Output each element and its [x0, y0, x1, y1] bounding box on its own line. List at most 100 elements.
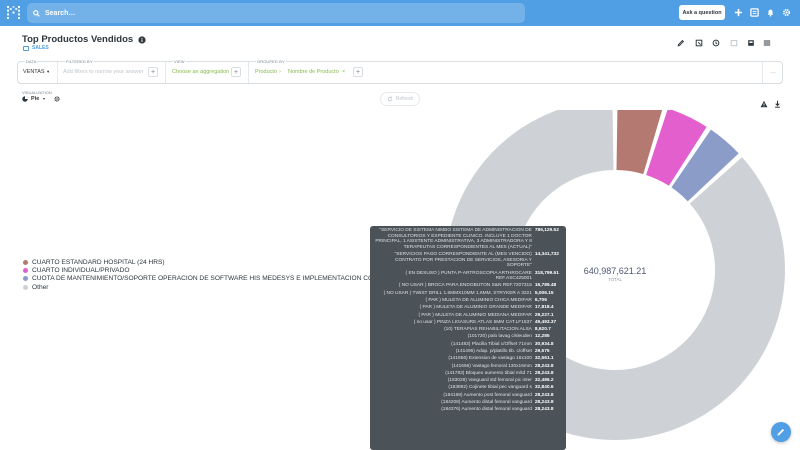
tooltip-value: 17,818.4 — [534, 305, 554, 311]
tooltip-row: (10) TERAPIAS REHABILITACION ALSA 8,620.7 — [370, 327, 566, 333]
tooltip-value: 29,227.1 — [534, 312, 554, 318]
edit-pencil-icon[interactable] — [676, 38, 686, 48]
tooltip-row: ( PAR ) MULETA DE ALUMINIO CHICA MEDIFAR… — [370, 298, 566, 304]
legend-label: CUARTO INDIVIDUAL/PRIVADO — [32, 266, 130, 274]
legend-label: CUOTA DE MANTENIMIENTO/SOPORTE OPERACION… — [32, 275, 384, 283]
edit-floating-button[interactable] — [771, 422, 791, 442]
legend-item[interactable]: CUOTA DE MANTENIMIENTO/SOPORTE OPERACION… — [23, 275, 384, 283]
legend-dot — [23, 284, 28, 290]
query-builder-bar: DATA VENTAS ▼ FILTERED BY Add filters to… — [17, 59, 783, 84]
chevron-down-icon: ▼ — [46, 69, 51, 74]
info-icon[interactable] — [138, 35, 146, 44]
ask-question-button[interactable]: Ask a question — [679, 5, 725, 20]
tooltip-value: 49,493.37 — [534, 319, 557, 325]
refresh-button[interactable]: Refresh — [380, 92, 420, 106]
tooltip-key: (10) TERAPIAS REHABILITACION ALSA — [444, 327, 532, 333]
tooltip-key: ( PAR ) MULETA DE ALUMINIO GRANDE MEDIFA… — [419, 305, 532, 311]
pie-chart-icon — [22, 96, 28, 102]
tooltip-value: 14,341,732 — [534, 252, 559, 258]
question-title: Top Productos Vendidos — [22, 34, 134, 45]
add-filter-button[interactable]: + — [148, 67, 158, 77]
search-input[interactable]: Search… — [27, 3, 525, 23]
breakout-field-1[interactable]: Producto — [255, 69, 277, 75]
legend-label: Other — [32, 283, 49, 291]
tooltip-key: ( NO USAR ) TWIST DRILL 1.6MMX10MM 1.6MM… — [383, 290, 532, 296]
tooltip-row: (141483) Placilla Tibial c/Offset 71mm 30… — [370, 342, 566, 348]
legend-item[interactable]: CUARTO INDIVIDUAL/PRIVADO — [23, 266, 384, 274]
menu-icon[interactable] — [762, 38, 772, 48]
tooltip-key: (101720) palo lavag c/sleuden — [467, 334, 532, 340]
visualization-type-value: Pie — [31, 96, 40, 102]
collection-link[interactable]: SALES — [23, 45, 49, 51]
data-source-select[interactable]: VENTAS ▼ — [23, 69, 50, 75]
tooltip-row: (141495) Adap. p/platillo tib. c/offset 2… — [370, 349, 566, 355]
tooltip-key: ( NO USAR ) BROCA PARA ENDOBUTON S&N REF… — [398, 283, 532, 289]
search-icon — [33, 9, 40, 17]
visualization-type-select[interactable]: Pie ▼ — [22, 96, 60, 102]
more-options-icon[interactable]: --- — [770, 70, 776, 76]
tooltip-value: 28,243.8 — [534, 392, 554, 398]
settings-gear-icon[interactable] — [54, 96, 60, 102]
tooltip-value: 30,934.8 — [534, 341, 554, 347]
tooltip-key: "SERVICIO DE SISTEMA NIMBO SISTEMA DE AD… — [375, 228, 532, 250]
group-section: GROUPED BY Producto › Nombre de Producto… — [249, 59, 763, 83]
tooltip-key: (184376) Aumento distal femoral vanguard — [441, 407, 532, 413]
chart-tooltip: "SERVICIO DE SISTEMA NIMBO SISTEMA DE AD… — [370, 226, 566, 450]
legend-item[interactable]: Other — [23, 283, 384, 291]
archive-icon[interactable] — [729, 38, 739, 48]
tooltip-row: (141783) Bloqueo aumento tibial m/td 71 2… — [370, 371, 566, 377]
gear-icon[interactable] — [781, 7, 792, 18]
tooltip-value: 28,243.8 — [534, 399, 554, 405]
breakout-separator-icon: › — [279, 69, 281, 75]
tooltip-row: (101720) palo lavag c/sleuden 12,285 — [370, 334, 566, 340]
legend-item[interactable]: CUARTO ESTANDARD HOSPITAL (24 HRS) — [23, 258, 384, 266]
browse-data-icon[interactable] — [749, 7, 760, 18]
filter-section: FILTERED BY Add filters to narrow your a… — [58, 59, 166, 83]
move-icon[interactable] — [694, 38, 704, 48]
history-icon[interactable] — [711, 38, 721, 48]
add-breakout-button[interactable]: + — [353, 67, 363, 77]
tooltip-row: (184208) Aumento distal femoral vanguard… — [370, 400, 566, 406]
data-section[interactable]: DATA VENTAS ▼ — [18, 59, 58, 83]
notification-bell-icon[interactable] — [765, 7, 776, 18]
tooltip-value: 28,243.8 — [534, 363, 554, 369]
tooltip-key: (141656) Extension de vastago 16x100 — [448, 356, 532, 362]
tooltip-value: 786,129.52 — [534, 228, 559, 233]
tooltip-key: ( PAR ) MULETA DE ALUMINIO MEDIANA MEDIF… — [418, 312, 532, 318]
add-aggregation-button[interactable]: + — [231, 67, 241, 77]
tooltip-row: (183892) Cojinete tibial pec vanguard s3… — [370, 385, 566, 391]
tooltip-value: 32,840.6 — [534, 385, 554, 391]
tooltip-row: (141656) Extension de vastago 16x100 32,5… — [370, 356, 566, 362]
tooltip-row: ( NO USAR ) TWIST DRILL 1.6MMX10MM 1.6MM… — [370, 291, 566, 297]
aggregation-select[interactable]: Choose an aggregation — [172, 69, 229, 75]
tooltip-row: ( PAR ) MULETA DE ALUMINIO GRANDE MEDIFA… — [370, 305, 566, 311]
add-icon[interactable] — [733, 7, 744, 18]
tooltip-value: 318,799.51 — [534, 270, 559, 276]
pencil-icon — [777, 428, 785, 436]
tooltip-row: ( PAR ) MULETA DE ALUMINIO MEDIANA MEDIF… — [370, 313, 566, 319]
chart-total-value: 640,987,621.21 — [583, 266, 647, 276]
tooltip-value: 12,285 — [534, 334, 550, 340]
breakout-field-2[interactable]: Nombre de Producto — [288, 69, 339, 75]
chart-total-label: TOTAL — [607, 277, 623, 282]
tooltip-key: ( PAR ) MULETA DE ALUMINIO CHICA MEDIFAR — [425, 297, 532, 303]
data-section-label: DATA — [25, 59, 38, 64]
tooltip-key: (184168) Aumento post femoral vanguard — [443, 392, 532, 398]
tooltip-key: (184208) Aumento distal femoral vanguard — [441, 399, 532, 405]
tooltip-key: (141656) Vastago femoral 130x16mm — [451, 363, 532, 369]
logo-icon[interactable] — [7, 6, 20, 19]
page-title: Top Productos Vendidos — [22, 34, 146, 45]
remove-breakout-icon[interactable]: × — [342, 69, 345, 75]
filter-placeholder[interactable]: Add filters to narrow your answer — [63, 69, 143, 75]
tooltip-value: 8,620.7 — [534, 327, 551, 333]
data-source-value: VENTAS — [23, 69, 45, 75]
tooltip-row: (184376) Aumento distal femoral vanguard… — [370, 407, 566, 413]
view-section-label: VIEW — [173, 59, 186, 64]
legend-label: CUARTO ESTANDARD HOSPITAL (24 HRS) — [32, 258, 165, 266]
bookmark-icon[interactable] — [746, 38, 756, 48]
tooltip-key: ( no usar ) PINZA LIGASURE ATLAS 5MM CAT… — [413, 319, 532, 325]
tooltip-key: (141483) Placilla Tibial c/Offset 71mm — [451, 341, 532, 347]
tooltip-key: (141783) Bloqueo aumento tibial m/td 71 — [445, 370, 532, 376]
chevron-down-icon: ▼ — [42, 97, 46, 101]
tooltip-value: 28,243.8 — [534, 407, 554, 413]
